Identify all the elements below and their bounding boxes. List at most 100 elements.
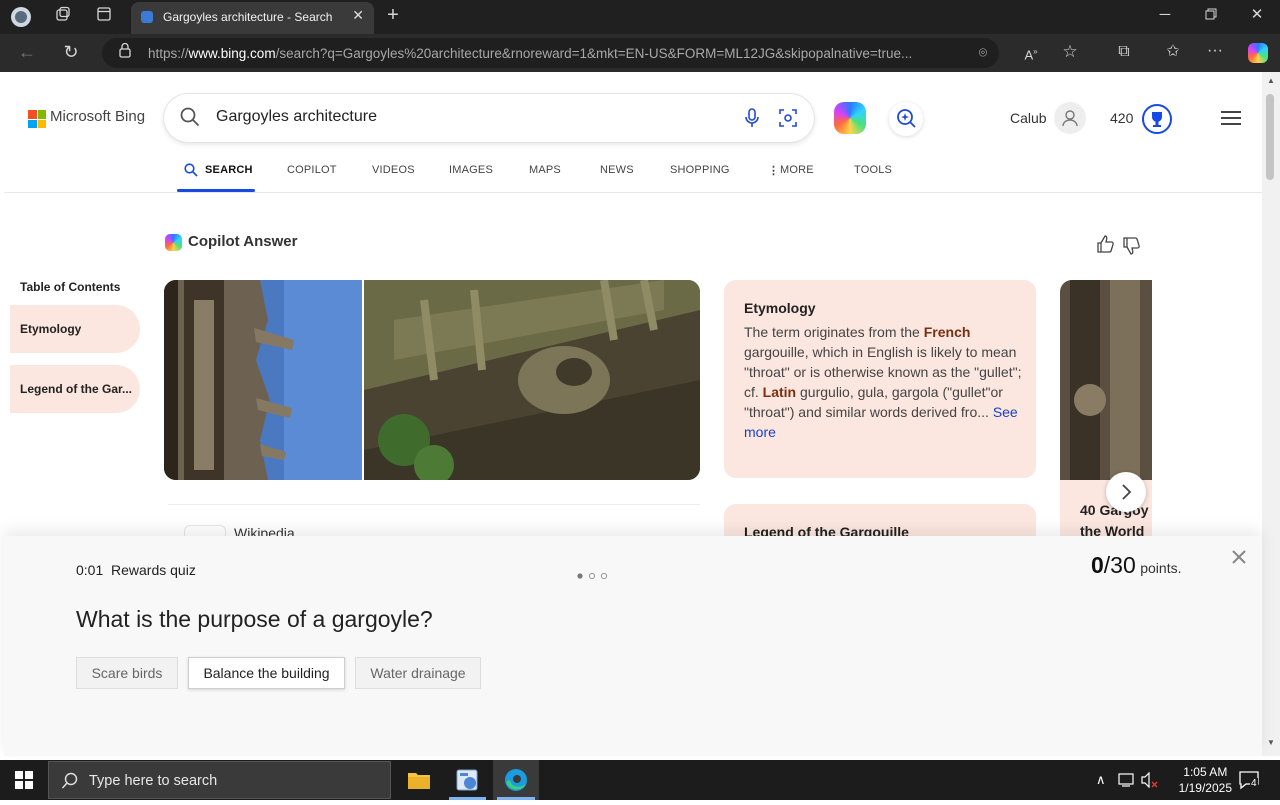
etymology-card[interactable]: Etymology The term originates from the F… bbox=[724, 280, 1036, 478]
toc-item-etymology[interactable]: Etymology bbox=[10, 305, 140, 353]
window-close-icon[interactable]: ✕ bbox=[1246, 5, 1268, 27]
quiz-close-icon[interactable] bbox=[1230, 548, 1248, 571]
copilot-sidebar-icon[interactable] bbox=[1248, 43, 1268, 63]
tab-more[interactable]: MORE bbox=[780, 164, 814, 176]
lock-icon[interactable] bbox=[114, 42, 136, 64]
gargoyle-photo-tower[interactable] bbox=[164, 280, 362, 480]
rewards-points[interactable]: 420 bbox=[1110, 110, 1133, 126]
tab-shopping[interactable]: SHOPPING bbox=[670, 164, 730, 176]
notification-count: 4 bbox=[1250, 778, 1258, 789]
url-text: https://www.bing.com/search?q=Gargoyles%… bbox=[148, 46, 913, 61]
user-avatar-icon[interactable] bbox=[1054, 102, 1086, 134]
notifications-icon[interactable]: 4 bbox=[1238, 770, 1260, 795]
windows-taskbar: Type here to search ∧ 1:05 AM 1/19/2025 … bbox=[0, 760, 1280, 800]
tab-title: Gargoyles architecture - Search bbox=[163, 10, 333, 24]
gargoyle-photo-tower-art bbox=[164, 280, 362, 480]
etymology-card-title: Etymology bbox=[744, 300, 816, 316]
maximize-icon[interactable] bbox=[1200, 6, 1222, 28]
extensions-icon[interactable]: ⧉ bbox=[1113, 42, 1135, 64]
side-card-photo bbox=[1060, 280, 1152, 480]
show-hidden-icons-icon[interactable]: ∧ bbox=[1096, 772, 1106, 788]
profile-avatar-icon[interactable] bbox=[10, 6, 32, 28]
quiz-question: What is the purpose of a gargoyle? bbox=[76, 606, 433, 632]
quiz-option-scare-birds[interactable]: Scare birds bbox=[76, 657, 178, 689]
taskbar-search-icon bbox=[61, 772, 79, 795]
tab-search[interactable]: SEARCH bbox=[205, 164, 253, 176]
quiz-option-balance-building[interactable]: Balance the building bbox=[188, 657, 345, 689]
new-tab-icon[interactable]: + bbox=[382, 5, 404, 27]
system-clock[interactable]: 1:05 AM 1/19/2025 bbox=[1179, 764, 1232, 796]
refresh-icon[interactable]: ↻ bbox=[60, 42, 82, 64]
toc-title: Table of Contents bbox=[20, 280, 121, 294]
tab-maps[interactable]: MAPS bbox=[529, 164, 561, 176]
quiz-points: 0/30 points. bbox=[1091, 552, 1181, 579]
volume-muted-icon[interactable] bbox=[1141, 771, 1159, 793]
tab-videos[interactable]: VIDEOS bbox=[372, 164, 415, 176]
copilot-button-icon[interactable] bbox=[834, 102, 866, 134]
tab-copilot[interactable]: COPILOT bbox=[287, 164, 337, 176]
quiz-option-water-drainage[interactable]: Water drainage bbox=[355, 657, 481, 689]
browser-tab-bar: Gargoyles architecture - Search ✕ + ─ ✕ bbox=[0, 0, 1280, 34]
microphone-icon[interactable] bbox=[744, 108, 760, 133]
microsoft-logo-icon[interactable] bbox=[28, 110, 46, 128]
windows-start-icon[interactable] bbox=[15, 771, 33, 794]
thumbs-down-icon[interactable] bbox=[1121, 236, 1141, 261]
tab-close-icon[interactable]: ✕ bbox=[352, 7, 364, 24]
browser-toolbar: ← ↻ https://www.bing.com/search?q=Gargoy… bbox=[0, 34, 1280, 72]
favorites-icon[interactable]: ✩ bbox=[1162, 42, 1184, 64]
location-icon[interactable]: ⌾ bbox=[972, 42, 994, 64]
rewards-quiz-panel: 0:01 Rewards quiz 0/30 points. What is t… bbox=[4, 536, 1262, 756]
copilot-answer-icon bbox=[165, 234, 182, 251]
back-icon[interactable]: ← bbox=[16, 42, 38, 64]
taskbar-search-box[interactable]: Type here to search bbox=[48, 761, 391, 799]
hamburger-menu-icon[interactable] bbox=[1220, 110, 1242, 131]
control-panel-icon[interactable] bbox=[455, 768, 479, 797]
minimize-icon[interactable]: ─ bbox=[1154, 5, 1176, 27]
tab-news[interactable]: NEWS bbox=[600, 164, 634, 176]
gargoyle-photo-closeup[interactable] bbox=[364, 280, 700, 480]
tab-images[interactable]: IMAGES bbox=[449, 164, 493, 176]
carousel-next-button[interactable] bbox=[1106, 472, 1146, 512]
thumbs-up-icon[interactable] bbox=[1095, 234, 1115, 259]
more-dots-icon[interactable]: ⋮ bbox=[768, 164, 779, 177]
visual-search-icon[interactable] bbox=[778, 108, 798, 133]
active-tab[interactable]: Gargoyles architecture - Search ✕ bbox=[131, 2, 374, 34]
gargoyle-photo-closeup-art bbox=[364, 280, 700, 480]
search-tab-icon bbox=[184, 163, 198, 182]
scroll-up-icon[interactable]: ▲ bbox=[1267, 76, 1275, 85]
quiz-label: Rewards quiz bbox=[111, 562, 196, 578]
discover-icon[interactable] bbox=[889, 102, 923, 136]
workspaces-icon[interactable] bbox=[52, 6, 74, 28]
bing-logo-text[interactable]: Microsoft Bing bbox=[50, 108, 145, 125]
page-scrollbar[interactable]: ▲ ▼ bbox=[1262, 72, 1280, 756]
toc-item-legend[interactable]: Legend of the Gar... bbox=[10, 365, 140, 413]
settings-more-icon[interactable]: ··· bbox=[1204, 41, 1226, 63]
file-explorer-icon[interactable] bbox=[407, 769, 431, 796]
tab-tools[interactable]: TOOLS bbox=[854, 164, 892, 176]
bing-favicon-icon bbox=[141, 11, 153, 23]
header-divider bbox=[4, 192, 1262, 193]
clock-date: 1/19/2025 bbox=[1178, 781, 1232, 795]
quiz-points-label: points. bbox=[1140, 560, 1182, 576]
scroll-down-icon[interactable]: ▼ bbox=[1267, 738, 1275, 747]
network-icon[interactable] bbox=[1118, 772, 1136, 793]
search-input[interactable]: Gargoyles architecture bbox=[216, 108, 377, 126]
scroll-thumb[interactable] bbox=[1266, 94, 1274, 180]
quiz-points-total: /30 bbox=[1103, 552, 1136, 578]
search-icon[interactable] bbox=[180, 107, 200, 132]
rewards-trophy-icon[interactable] bbox=[1142, 104, 1172, 134]
taskbar-search-placeholder: Type here to search bbox=[89, 773, 218, 789]
search-box[interactable]: Gargoyles architecture bbox=[164, 94, 814, 142]
quiz-timer: 0:01 bbox=[76, 562, 104, 578]
copilot-answer-heading: Copilot Answer bbox=[188, 233, 298, 250]
quiz-progress-dots bbox=[577, 568, 617, 580]
etymology-card-body: The term originates from the French garg… bbox=[744, 324, 1022, 440]
quiz-points-earned: 0 bbox=[1091, 552, 1104, 578]
address-bar[interactable]: https://www.bing.com/search?q=Gargoyles%… bbox=[102, 38, 999, 68]
tab-actions-icon[interactable] bbox=[93, 6, 115, 28]
edge-taskbar-icon[interactable] bbox=[493, 760, 539, 800]
chevron-right-icon bbox=[1122, 484, 1132, 500]
user-name[interactable]: Calub bbox=[1010, 110, 1047, 126]
favorite-star-icon[interactable]: ☆ bbox=[1059, 42, 1081, 64]
read-aloud-icon[interactable]: A» bbox=[1020, 42, 1042, 64]
